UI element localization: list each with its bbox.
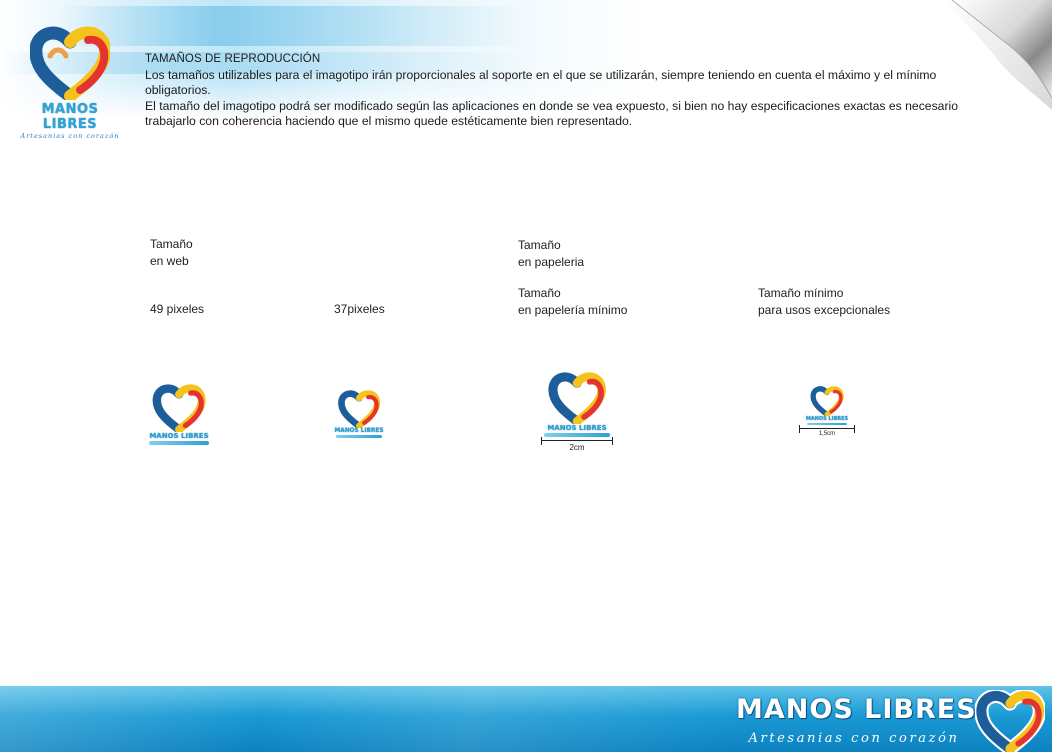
paper-min-size-line1: Tamaño (518, 286, 561, 300)
logo-sample-web-37: MANOS LIBRES (330, 390, 388, 438)
measure-bar-2cm: 2cm (541, 437, 613, 452)
exceptional-size-line1: Tamaño mínimo (758, 286, 844, 300)
heart-logo-icon (30, 26, 110, 100)
sample-tagline-bar (807, 423, 847, 425)
measure-label-2cm: 2cm (569, 443, 585, 452)
sample-brand-name: MANOS LIBRES (334, 428, 384, 434)
heart-logo-icon (548, 372, 606, 424)
logo-sample-web-49: MANOS LIBRES (142, 384, 216, 445)
sample-brand-name: MANOS LIBRES (547, 424, 607, 432)
sample-tagline-bar (149, 441, 209, 445)
web-size-heading-line2: en web (150, 254, 189, 268)
footer-brand-name: MANOS LIBRES (736, 694, 977, 725)
sample-brand-name: MANOS LIBRES (805, 416, 849, 422)
paper-size-heading-line2: en papeleria (518, 255, 585, 269)
brand-name: MANOS LIBRES (41, 102, 99, 132)
heart-logo-icon (152, 384, 206, 432)
logo-sample-paper-min: MANOS LIBRES 2cm (534, 372, 620, 452)
brand-logo: MANOS LIBRES Artesanias con corazón (14, 26, 126, 140)
heart-logo-icon (810, 386, 844, 416)
sample-brand-name: MANOS LIBRES (149, 432, 209, 440)
intro-paragraph-2: El tamaño del imagotipo podrá ser modifi… (145, 98, 958, 129)
measure-bar-1-5cm: 1,5cm (799, 425, 855, 437)
web-size-heading-line1: Tamaño (150, 237, 193, 251)
exceptional-size-label: Tamaño mínimo para usos excepcionales (758, 285, 890, 319)
footer-brand-tagline: Artesanias con corazón (748, 731, 960, 746)
logo-sample-exceptional: MANOS LIBRES 1,5cm (796, 386, 858, 437)
intro-text: TAMAÑOS DE REPRODUCCIÓN Los tamaños util… (145, 52, 975, 130)
web-small-size-label: 37pixeles (334, 302, 385, 316)
web-size-heading: Tamaño en web (150, 236, 193, 270)
measure-label-1-5cm: 1,5cm (818, 431, 836, 437)
paper-size-heading-line1: Tamaño (518, 238, 561, 252)
paper-min-size-label: Tamaño en papelería mínimo (518, 285, 627, 319)
paper-min-size-line2: en papelería mínimo (518, 303, 628, 317)
intro-paragraph-1: Los tamaños utilizables para el imagotip… (145, 67, 937, 98)
header-streak (60, 6, 580, 46)
heart-logo-icon (338, 390, 380, 428)
paper-size-heading: Tamaño en papeleria (518, 237, 584, 271)
section-title: TAMAÑOS DE REPRODUCCIÓN (145, 53, 321, 65)
heart-logo-icon (975, 690, 1045, 752)
sample-tagline-bar (336, 435, 382, 438)
brand-tagline: Artesanias con corazón (20, 132, 120, 140)
web-large-size-label: 49 pixeles (150, 302, 205, 316)
exceptional-size-line2: para usos excepcionales (758, 303, 891, 317)
sample-tagline-bar (544, 433, 610, 437)
